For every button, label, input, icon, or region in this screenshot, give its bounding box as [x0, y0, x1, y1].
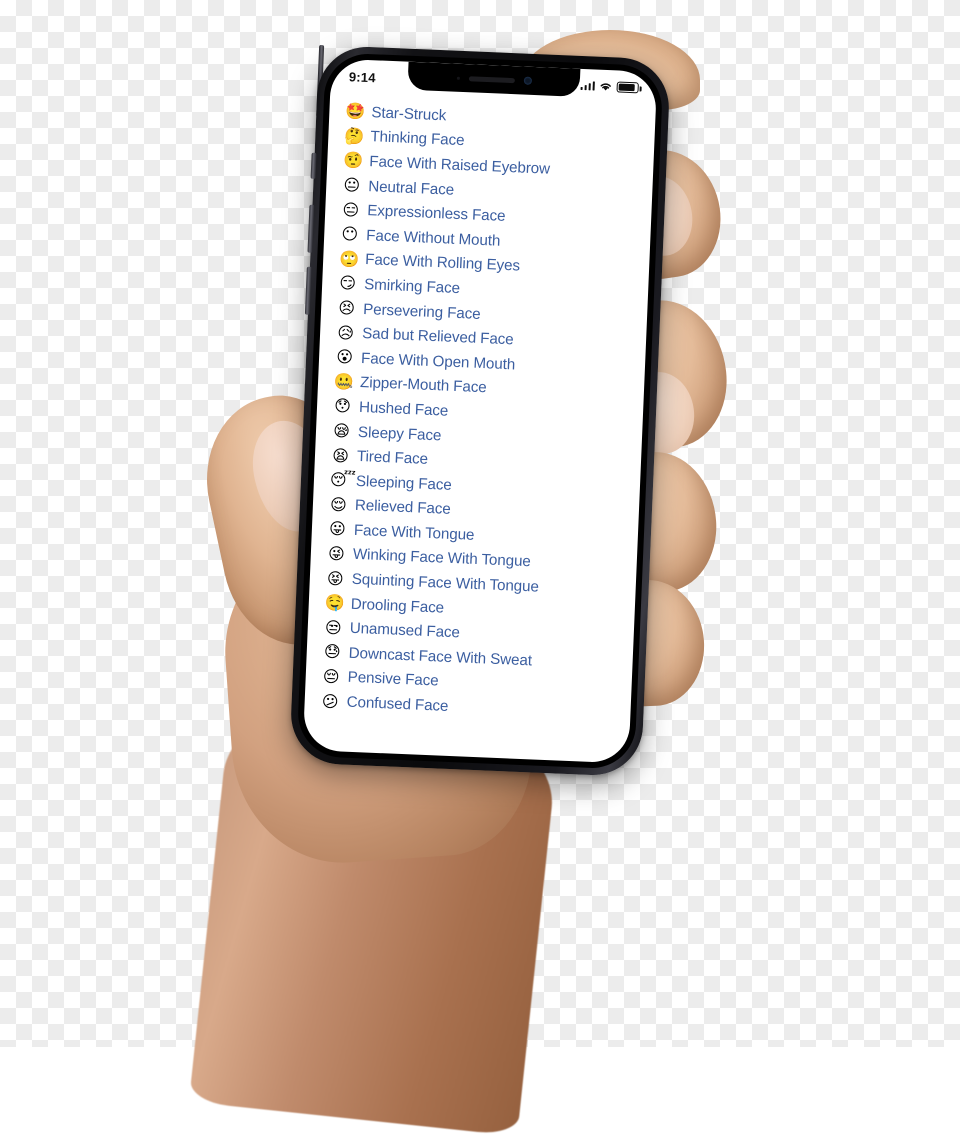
downcast-face-with-sweat-emoji: 😓 — [323, 642, 342, 662]
sad-but-relieved-face-emoji: 😥 — [336, 322, 355, 343]
cellular-signal-icon — [580, 80, 595, 91]
list-item-label: Thinking Face — [370, 128, 465, 150]
unamused-face-emoji: 😒 — [324, 617, 343, 638]
winking-face-with-tongue-emoji: 😜 — [327, 543, 346, 564]
persevering-face-emoji: 😣 — [337, 298, 356, 318]
face-with-raised-eyebrow-emoji: 🤨 — [342, 150, 364, 171]
smirking-face-emoji: 😏 — [338, 273, 357, 294]
list-item-label: Face With Open Mouth — [360, 349, 516, 374]
list-item-label: Star-Struck — [371, 103, 447, 125]
relieved-face-emoji: 😌 — [329, 494, 348, 515]
list-item-label: Tired Face — [356, 448, 429, 468]
wifi-icon — [600, 82, 611, 91]
face-with-open-mouth-emoji: 😮 — [335, 347, 354, 367]
zipper-mouth-face-emoji: 🤐 — [333, 371, 355, 392]
list-item-label: Face Without Mouth — [365, 226, 501, 250]
squinting-face-with-tongue-emoji: 😝 — [326, 568, 345, 589]
tired-face-emoji: 😫 — [331, 445, 350, 466]
star-struck-emoji: 🤩 — [345, 101, 366, 122]
battery-fill — [618, 83, 635, 91]
list-item-label: Confused Face — [346, 693, 449, 715]
list-item-label: Unamused Face — [349, 620, 461, 642]
proximity-sensor-icon — [456, 76, 460, 80]
list-item-label: Pensive Face — [347, 669, 439, 690]
list-item-label: Sad but Relieved Face — [361, 325, 514, 349]
list-item-label: Sleepy Face — [357, 423, 442, 444]
scene: 9:14 🤩 Star-Struck 🤔 Thinking Face 🤨 Fac… — [0, 0, 960, 1136]
phone-screen[interactable]: 9:14 🤩 Star-Struck 🤔 Thinking Face 🤨 Fac… — [302, 58, 658, 764]
list-item-label: Persevering Face — [362, 300, 481, 323]
list-item-label: Drooling Face — [350, 595, 445, 617]
list-item-label: Relieved Face — [354, 497, 451, 519]
list-item-label: Face With Rolling Eyes — [364, 251, 521, 275]
list-item-label: Neutral Face — [367, 177, 455, 199]
face-with-tongue-emoji: 😛 — [328, 519, 347, 539]
list-item-label: Smirking Face — [363, 276, 461, 297]
list-item-label: Winking Face With Tongue — [352, 546, 532, 571]
battery-icon — [616, 80, 639, 93]
list-item-label: Face With Tongue — [353, 521, 475, 544]
hushed-face-emoji: 😯 — [333, 396, 352, 417]
expressionless-face-emoji: 😑 — [342, 199, 360, 220]
neutral-face-emoji: 😐 — [343, 175, 361, 195]
sleeping-face-emoji: 😴 — [329, 469, 357, 491]
status-time: 9:14 — [348, 68, 377, 85]
thinking-face-emoji: 🤔 — [344, 125, 365, 146]
iphone-device: 9:14 🤩 Star-Struck 🤔 Thinking Face 🤨 Fac… — [289, 44, 671, 778]
confused-face-emoji: 😕 — [321, 691, 339, 711]
list-item-label: Face With Raised Eyebrow — [368, 153, 551, 178]
face-with-rolling-eyes-emoji: 🙄 — [338, 248, 360, 269]
earpiece-speaker-icon — [468, 75, 515, 83]
list-item-label: Sleeping Face — [355, 472, 453, 494]
face-without-mouth-emoji: 😶 — [341, 224, 359, 244]
pensive-face-emoji: 😔 — [322, 666, 340, 687]
sleepy-face-emoji: 😪 — [332, 420, 351, 441]
list-item-label: Expressionless Face — [366, 202, 506, 226]
emoji-list[interactable]: 🤩 Star-Struck 🤔 Thinking Face 🤨 Face With Rai… — [303, 94, 656, 763]
status-indicators — [580, 79, 639, 93]
drooling-face-emoji: 🤤 — [324, 592, 346, 613]
front-camera-icon — [523, 76, 532, 85]
list-item-label: Hushed Face — [358, 398, 449, 420]
list-item-label: Zipper-Mouth Face — [359, 374, 487, 397]
